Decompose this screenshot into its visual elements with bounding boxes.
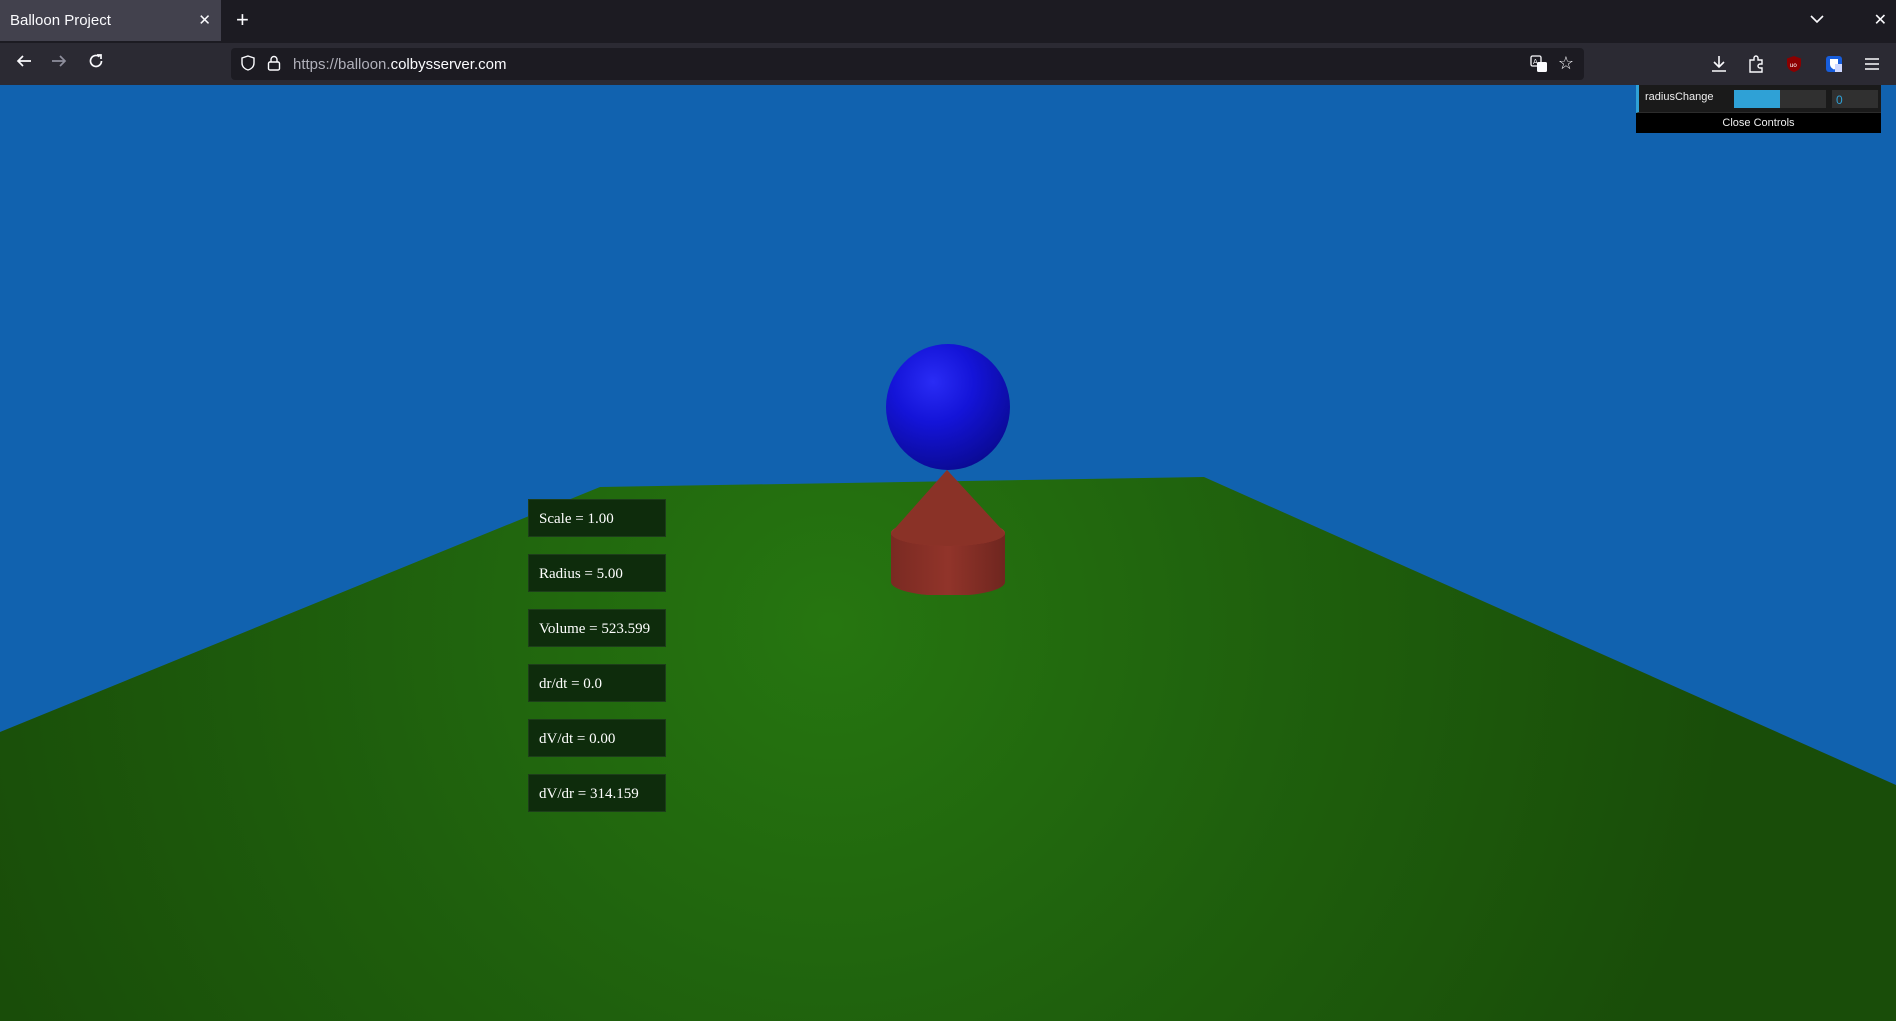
- stat-radius: Radius = 5.00: [528, 554, 666, 592]
- balloon-scene-canvas[interactable]: Scale = 1.00 Radius = 5.00 Volume = 523.…: [0, 85, 1896, 1021]
- tab-balloon-project[interactable]: Balloon Project ✕: [0, 0, 221, 41]
- stat-volume: Volume = 523.599: [528, 609, 666, 647]
- tab-close-icon[interactable]: ✕: [198, 11, 211, 29]
- menu-hamburger-icon[interactable]: [1862, 54, 1882, 74]
- extensions-puzzle-icon[interactable]: [1746, 54, 1766, 74]
- svg-text:uo: uo: [1790, 62, 1798, 69]
- stat-dv-dt: dV/dt = 0.00: [528, 719, 666, 757]
- url-text[interactable]: https://balloon.colbysserver.com: [293, 56, 506, 73]
- url-bar[interactable]: https://balloon.colbysserver.com A ☆: [231, 48, 1584, 80]
- new-tab-button[interactable]: +: [236, 8, 249, 32]
- reload-icon[interactable]: [84, 52, 108, 75]
- radius-change-slider-fill: [1734, 90, 1780, 108]
- svg-text:A: A: [1533, 58, 1538, 66]
- ublock-origin-icon[interactable]: uo: [1784, 54, 1804, 74]
- url-scheme: https://balloon.: [293, 56, 391, 73]
- translate-icon[interactable]: A: [1530, 55, 1548, 73]
- nav-bar: https://balloon.colbysserver.com A ☆ uo: [0, 43, 1896, 86]
- url-domain: colbysserver.com: [390, 56, 507, 73]
- controls-panel: radiusChange 0 Close Controls: [1636, 85, 1881, 133]
- close-controls-button[interactable]: Close Controls: [1636, 113, 1881, 133]
- back-arrow-icon[interactable]: [12, 52, 36, 75]
- radius-change-label: radiusChange: [1645, 91, 1714, 103]
- bookmark-star-icon[interactable]: ☆: [1558, 53, 1574, 74]
- radius-change-input[interactable]: 0: [1832, 90, 1878, 108]
- radius-change-slider[interactable]: [1734, 90, 1826, 108]
- balloon-base-cone: [891, 470, 1005, 595]
- radius-change-control: radiusChange 0: [1636, 85, 1881, 113]
- tab-title: Balloon Project: [10, 12, 111, 29]
- tracking-shield-icon[interactable]: [241, 55, 255, 71]
- stat-dr-dt: dr/dt = 0.0: [528, 664, 666, 702]
- stat-scale: Scale = 1.00: [528, 499, 666, 537]
- lock-icon[interactable]: [267, 55, 281, 71]
- tab-bar: Balloon Project ✕ + ✕: [0, 0, 1896, 43]
- bitwarden-icon[interactable]: [1824, 54, 1844, 74]
- window-close-icon[interactable]: ✕: [1874, 10, 1887, 30]
- stat-dv-dr: dV/dr = 314.159: [528, 774, 666, 812]
- downloads-icon[interactable]: [1709, 54, 1729, 74]
- tab-list-chevron-icon[interactable]: [1810, 11, 1824, 27]
- forward-arrow-icon[interactable]: [47, 52, 71, 75]
- balloon-sphere: [886, 344, 1010, 470]
